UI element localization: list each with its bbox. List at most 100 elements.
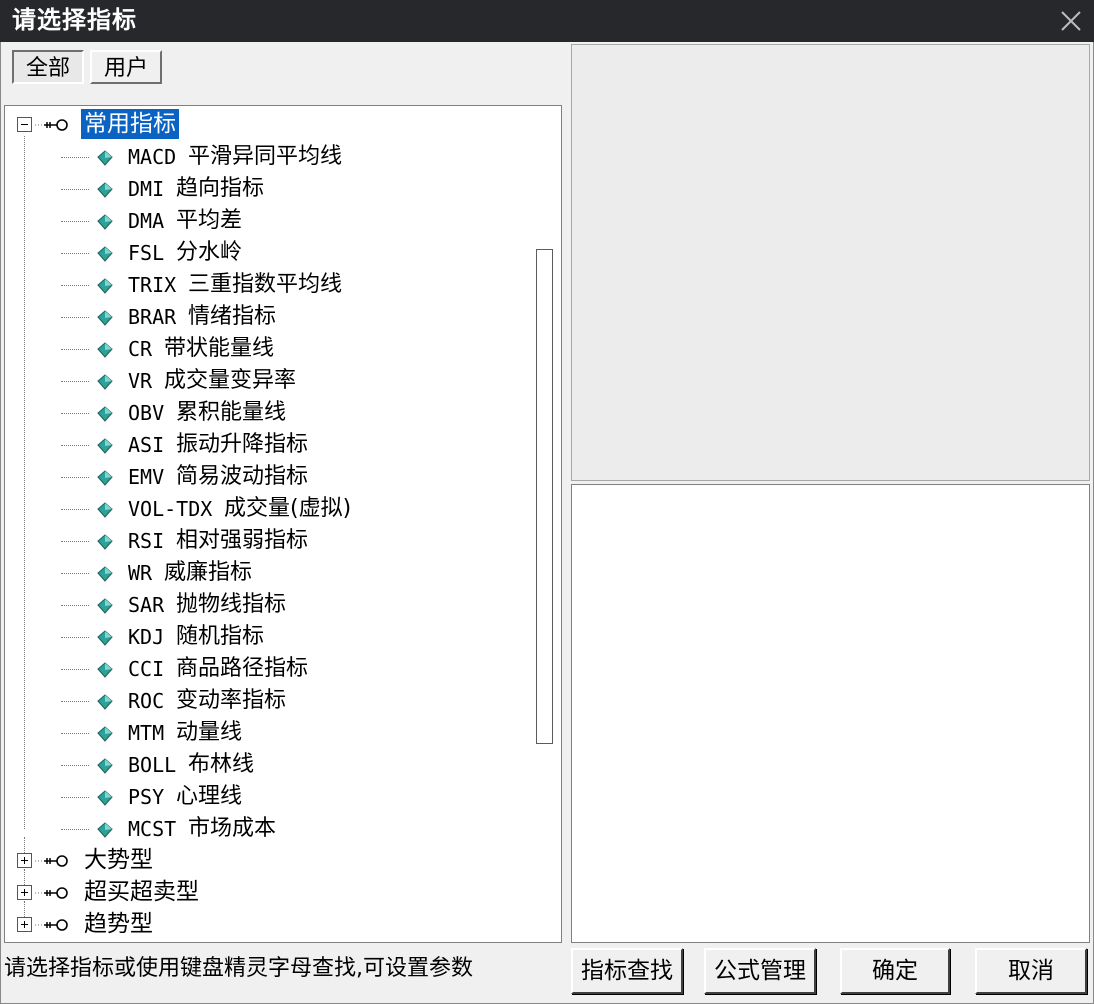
ok-button[interactable]: 确定 — [840, 948, 950, 994]
expand-icon[interactable] — [17, 853, 32, 868]
indicator-gem-icon — [97, 662, 113, 678]
tree-branch-line — [61, 829, 89, 830]
tree-branch-line — [61, 765, 89, 766]
group-key-icon — [35, 919, 68, 931]
tree-branch-line — [61, 221, 89, 222]
tree-group-label[interactable]: 大势型 — [84, 845, 153, 875]
tree-branch-line — [61, 317, 89, 318]
indicator-tree[interactable]: 常用指标 大势型 超买超卖型 趋势型 MACD 平滑异同平均线 DMI 趋向指标 DMA 平均差 F… — [4, 105, 562, 943]
indicator-name: 带状能量线 — [164, 336, 275, 361]
tree-branch-line — [61, 541, 89, 542]
indicator-code: PSY — [128, 785, 165, 809]
indicator-name: 简易波动指标 — [176, 464, 309, 489]
scrollbar-thumb[interactable] — [536, 249, 553, 744]
indicator-name: 布林线 — [188, 752, 255, 777]
tree-branch-line — [61, 445, 89, 446]
group-key-icon — [35, 887, 68, 899]
tree-branch-line — [61, 413, 89, 414]
indicator-gem-icon — [97, 246, 113, 262]
indicator-name: 分水岭 — [176, 240, 243, 265]
tab-user[interactable]: 用户 — [90, 50, 162, 84]
indicator-code: CR — [128, 337, 153, 361]
indicator-code: TRIX — [128, 273, 177, 297]
indicator-search-button[interactable]: 指标查找 — [571, 948, 683, 994]
indicator-gem-icon — [97, 182, 113, 198]
indicator-gem-icon — [97, 214, 113, 230]
indicator-code: CCI — [128, 657, 165, 681]
indicator-code: KDJ — [128, 625, 165, 649]
tree-branch-line — [61, 701, 89, 702]
indicator-gem-icon — [97, 470, 113, 486]
indicator-gem-icon — [97, 822, 113, 838]
tree-branch-line — [61, 605, 89, 606]
indicator-gem-icon — [97, 694, 113, 710]
tree-group-label[interactable]: 常用指标 — [81, 109, 179, 139]
tree-connector — [24, 869, 25, 885]
indicator-name: 成交量变异率 — [164, 368, 297, 393]
tree-group-label[interactable]: 超买超卖型 — [84, 877, 199, 907]
indicator-gem-icon — [97, 150, 113, 166]
indicator-code: MTM — [128, 721, 165, 745]
expand-icon[interactable] — [17, 885, 32, 900]
indicator-name: 相对强弱指标 — [176, 528, 309, 553]
tree-connector — [24, 136, 25, 829]
indicator-gem-icon — [97, 726, 113, 742]
indicator-code: MCST — [128, 817, 177, 841]
indicator-code: FSL — [128, 241, 165, 265]
indicator-description-pane — [571, 484, 1090, 943]
indicator-code: BOLL — [128, 753, 177, 777]
indicator-code: ASI — [128, 433, 165, 457]
tree-branch-line — [61, 189, 89, 190]
indicator-gem-icon — [97, 790, 113, 806]
tree-connector — [24, 837, 25, 853]
indicator-name: 心理线 — [176, 784, 243, 809]
tree-branch-line — [61, 349, 89, 350]
indicator-code: VOL-TDX — [128, 497, 213, 521]
indicator-gem-icon — [97, 630, 113, 646]
indicator-name: 平滑异同平均线 — [188, 144, 343, 169]
indicator-code: ROC — [128, 689, 165, 713]
indicator-name: 振动升降指标 — [176, 432, 309, 457]
indicator-gem-icon — [97, 758, 113, 774]
indicator-code: SAR — [128, 593, 165, 617]
close-icon[interactable] — [1054, 4, 1088, 38]
title-bar: 请选择指标 — [0, 0, 1094, 42]
tree-branch-line — [61, 253, 89, 254]
indicator-gem-icon — [97, 598, 113, 614]
expand-icon[interactable] — [17, 917, 32, 932]
status-hint: 请选择指标或使用键盘精灵字母查找,可设置参数 — [4, 956, 473, 981]
tree-branch-line — [61, 637, 89, 638]
indicator-name: 抛物线指标 — [176, 592, 287, 617]
indicator-name: 威廉指标 — [164, 560, 253, 585]
indicator-gem-icon — [97, 374, 113, 390]
indicator-gem-icon — [97, 438, 113, 454]
indicator-gem-icon — [97, 566, 113, 582]
indicator-gem-icon — [97, 502, 113, 518]
indicator-name: 市场成本 — [188, 816, 277, 841]
tree-branch-line — [61, 797, 89, 798]
tree-group-label[interactable]: 趋势型 — [84, 909, 153, 939]
indicator-name: 变动率指标 — [176, 688, 287, 713]
tree-branch-line — [61, 157, 89, 158]
group-key-icon — [35, 855, 68, 867]
indicator-name: 情绪指标 — [188, 304, 277, 329]
indicator-name: 趋向指标 — [176, 176, 265, 201]
indicator-code: MACD — [128, 145, 177, 169]
collapse-icon[interactable] — [17, 117, 32, 132]
group-key-icon — [35, 119, 68, 131]
indicator-code: DMA — [128, 209, 165, 233]
formula-manage-button[interactable]: 公式管理 — [704, 948, 816, 994]
indicator-name: 平均差 — [176, 208, 243, 233]
tree-branch-line — [61, 669, 89, 670]
indicator-name: 商品路径指标 — [176, 656, 309, 681]
tree-branch-line — [61, 381, 89, 382]
indicator-name: 三重指数平均线 — [188, 272, 343, 297]
cancel-button[interactable]: 取消 — [975, 948, 1087, 994]
indicator-code: WR — [128, 561, 153, 585]
tab-all[interactable]: 全部 — [12, 50, 84, 84]
indicator-preview-pane — [571, 44, 1090, 481]
window-title: 请选择指标 — [12, 6, 137, 34]
tree-branch-line — [61, 509, 89, 510]
indicator-gem-icon — [97, 342, 113, 358]
tree-branch-line — [61, 285, 89, 286]
